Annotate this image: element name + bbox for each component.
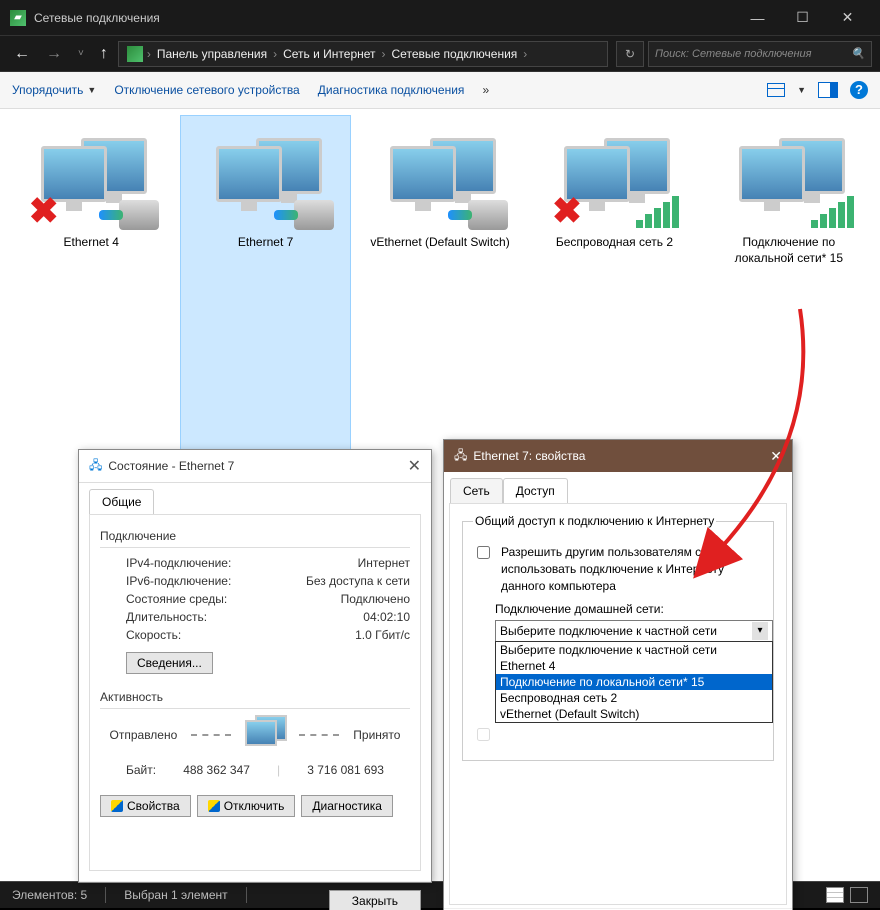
properties-close-button[interactable]: ✕ [770,448,782,465]
toolbar-overflow[interactable]: » [482,83,489,97]
breadcrumb-net[interactable]: Сеть и Интернет [277,47,381,61]
forward-button[interactable]: → [40,45,68,63]
properties-dialog-titlebar[interactable]: 🖧 Ethernet 7: свойства ✕ [444,440,792,472]
bytes-sent-value: 488 362 347 [183,763,250,777]
network-icon: 🖧 [454,446,467,467]
search-placeholder: Поиск: Сетевые подключения [655,48,812,60]
allow-control-checkbox [477,728,490,741]
home-connection-label: Подключение домашней сети: [495,602,763,616]
diagnose-button[interactable]: Диагностика подключения [318,83,465,97]
activity-icon [245,715,285,755]
view-mode-button[interactable] [767,83,785,97]
breadcrumb-cp[interactable]: Панель управления [151,47,273,61]
ipv6-value: Без доступа к сети [306,574,410,588]
ics-group-label: Общий доступ к подключению к Интернету [473,514,716,528]
status-dialog-titlebar[interactable]: 🖧 Состояние - Ethernet 7 ✕ [79,450,431,483]
search-input[interactable]: Поиск: Сетевые подключения 🔍 [648,41,872,67]
disable-button[interactable]: Отключить [197,795,296,817]
up-button[interactable]: ↑ [94,45,114,63]
preview-pane-button[interactable] [818,82,838,98]
bytes-recv-value: 3 716 081 693 [307,763,384,777]
network-connections-icon: ▰ [10,10,26,26]
address-bar[interactable]: › Панель управления › Сеть и Интернет › … [118,41,608,67]
wifi-signal-icon [811,196,854,228]
speed-label: Скорость: [126,628,181,642]
navbar: ← → ˅ ↑ › Панель управления › Сеть и Инт… [0,35,880,72]
ics-group: Общий доступ к подключению к Интернету Р… [462,514,774,761]
option-ethernet4[interactable]: Ethernet 4 [496,658,772,674]
option-vethernet[interactable]: vEthernet (Default Switch) [496,706,772,722]
home-connection-selected: Выберите подключение к частной сети [500,624,717,638]
minimize-button[interactable]: — [735,0,780,35]
allow-ics-label: Разрешить другим пользователям сети испо… [501,544,763,594]
breadcrumb-conn[interactable]: Сетевые подключения [386,47,524,61]
properties-dialog: 🖧 Ethernet 7: свойства ✕ Сеть Доступ Общ… [443,439,793,910]
view-details-button[interactable] [826,887,844,903]
received-label: Принято [353,728,400,742]
media-value: Подключено [341,592,410,606]
home-connection-dropdown[interactable]: Выберите подключение к частной сети Ethe… [495,641,773,723]
window-title: Сетевые подключения [34,11,735,25]
duration-value: 04:02:10 [363,610,410,624]
wifi-signal-icon [636,196,679,228]
properties-dialog-title: Ethernet 7: свойства [473,449,585,463]
organize-menu[interactable]: Упорядочить ▼ [12,83,96,97]
sent-label: Отправлено [110,728,178,742]
duration-label: Длительность: [126,610,207,624]
address-icon [127,46,143,62]
group-activity-label: Активность [100,690,410,704]
ethernet-plug-icon [119,200,159,230]
shield-icon [208,800,220,812]
bytes-label: Байт: [126,763,156,777]
ipv4-value: Интернет [358,556,410,570]
option-local15[interactable]: Подключение по локальной сети* 15 [496,674,772,690]
help-icon[interactable]: ? [850,81,868,99]
speed-value: 1.0 Гбит/с [355,628,410,642]
status-close-button[interactable]: ✕ [408,456,421,476]
shield-icon [111,800,123,812]
properties-button[interactable]: Свойства [100,795,191,817]
ipv6-label: IPv6-подключение: [126,574,231,588]
adapter-status-icon: 🖧 [89,456,102,477]
disable-device-button[interactable]: Отключение сетевого устройства [114,83,299,97]
titlebar: ▰ Сетевые подключения — ☐ ✕ [0,0,880,35]
allow-ics-checkbox[interactable] [477,546,490,559]
media-label: Состояние среды: [126,592,227,606]
home-connection-select[interactable]: Выберите подключение к частной сети ▾ Вы… [495,620,773,642]
close-button[interactable]: ✕ [825,0,870,35]
adapters-content: ✖ Ethernet 4 Ethernet 7 vEthernet (Defau… [0,109,880,881]
disconnected-icon: ✖ [26,193,61,228]
tab-general[interactable]: Общие [89,489,154,514]
ethernet-plug-icon [294,200,334,230]
option-placeholder[interactable]: Выберите подключение к частной сети [496,642,772,658]
status-dialog: 🖧 Состояние - Ethernet 7 ✕ Общие Подключ… [78,449,432,883]
disconnected-icon: ✖ [549,193,584,228]
diagnose-adapter-button[interactable]: Диагностика [301,795,393,817]
chevron-down-icon: ▾ [752,622,768,640]
elements-count: Элементов: 5 [12,888,87,902]
recent-dropdown[interactable]: ˅ [72,48,90,59]
tab-network[interactable]: Сеть [450,478,503,503]
search-icon: 🔍 [851,47,865,60]
details-button[interactable]: Сведения... [126,652,213,674]
tab-access[interactable]: Доступ [503,478,568,503]
ethernet-plug-icon [468,200,508,230]
ipv4-label: IPv4-подключение: [126,556,231,570]
toolbar: Упорядочить ▼ Отключение сетевого устрой… [0,72,880,109]
back-button[interactable]: ← [8,45,36,63]
refresh-button[interactable]: ↻ [616,41,644,67]
close-dialog-button[interactable]: Закрыть [329,890,421,910]
group-connection-label: Подключение [100,529,410,543]
status-dialog-title: Состояние - Ethernet 7 [108,459,234,473]
maximize-button[interactable]: ☐ [780,0,825,35]
view-large-icons-button[interactable] [850,887,868,903]
option-wireless2[interactable]: Беспроводная сеть 2 [496,690,772,706]
